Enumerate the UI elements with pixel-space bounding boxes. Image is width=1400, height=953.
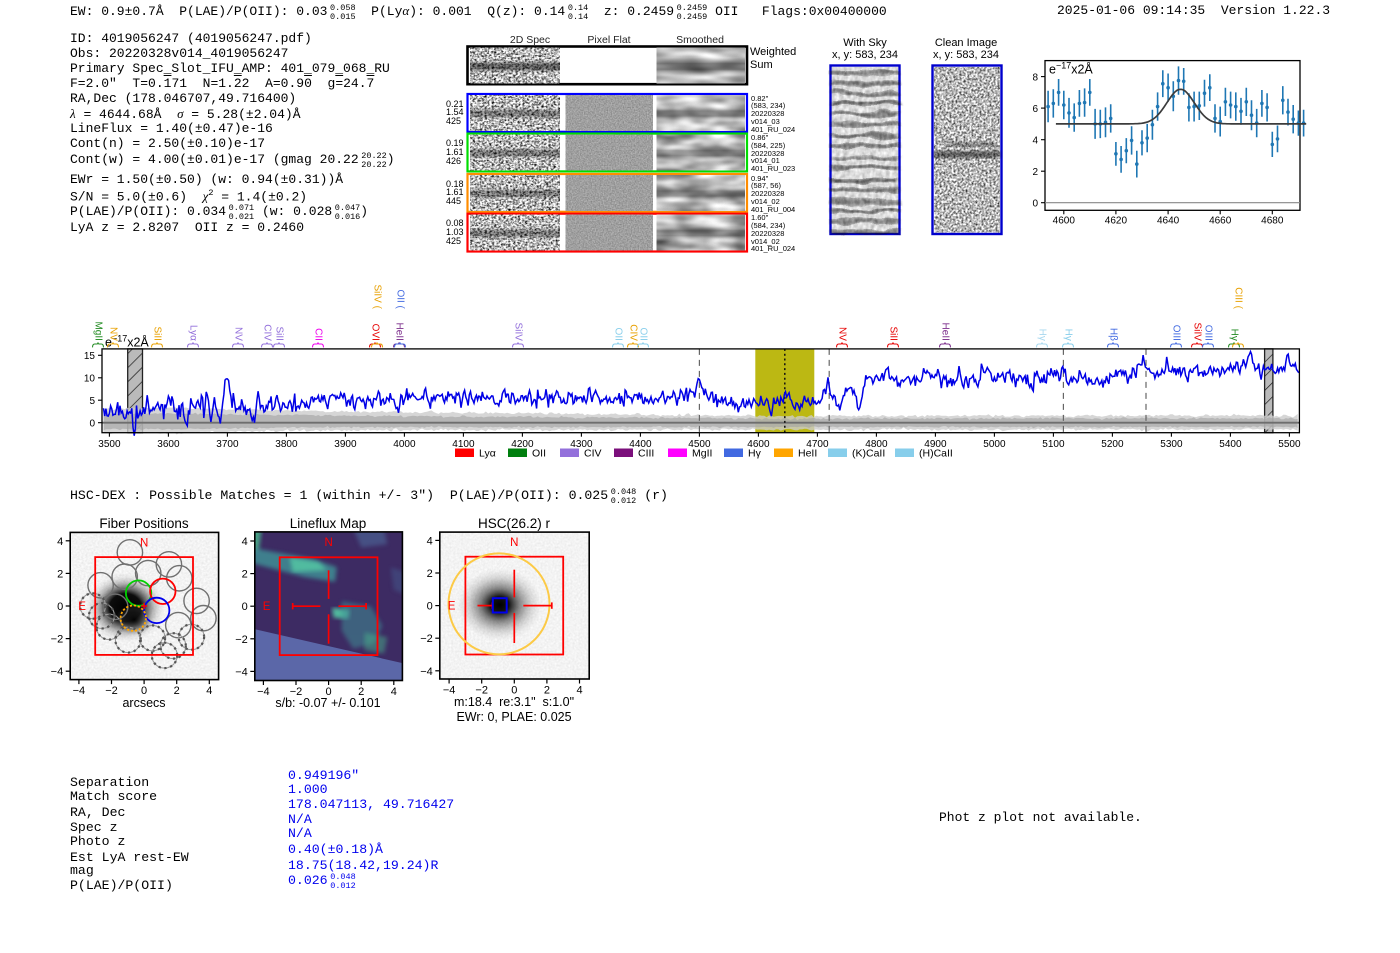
svg-text:−2: −2 <box>105 685 118 697</box>
svg-text:OVI: OVI <box>369 324 380 341</box>
svg-text:OII (: OII ( <box>394 289 405 309</box>
svg-text:Lyα: Lyα <box>187 325 198 341</box>
svg-text:OII: OII <box>637 328 648 341</box>
svg-text:4620: 4620 <box>1105 215 1128 226</box>
svg-text:0: 0 <box>57 601 63 613</box>
svg-text:4600: 4600 <box>1053 215 1076 226</box>
svg-text:E: E <box>448 601 456 613</box>
svg-text:−4: −4 <box>235 666 248 678</box>
svg-text:10: 10 <box>84 374 96 385</box>
svg-text:4: 4 <box>391 686 397 698</box>
svg-text:CIII (: CIII ( <box>1232 287 1243 309</box>
svg-text:SiIV: SiIV <box>1191 323 1202 342</box>
svg-text:SiIV: SiIV <box>512 323 523 342</box>
svg-text:8: 8 <box>1032 72 1038 83</box>
svg-text:e−17x2Å: e−17x2Å <box>1049 61 1093 77</box>
svg-text:CIII: CIII <box>638 448 654 460</box>
svg-text:−4: −4 <box>257 686 270 698</box>
svg-text:5: 5 <box>89 396 95 407</box>
svg-text:4: 4 <box>57 536 63 548</box>
svg-text:4680: 4680 <box>1261 215 1284 226</box>
svg-text:SiII: SiII <box>273 326 284 340</box>
svg-text:OII: OII <box>532 448 546 460</box>
svg-text:N: N <box>140 537 148 549</box>
svg-text:3900: 3900 <box>334 439 357 450</box>
svg-text:N: N <box>324 537 332 549</box>
svg-text:SiII: SiII <box>151 326 162 340</box>
svg-text:Hβ: Hβ <box>1107 328 1118 341</box>
svg-text:4: 4 <box>576 685 582 697</box>
svg-text:NV: NV <box>107 327 118 341</box>
svg-text:CIV: CIV <box>584 448 602 460</box>
svg-text:HeII: HeII <box>393 323 404 341</box>
svg-text:4: 4 <box>206 685 212 697</box>
svg-text:5500: 5500 <box>1278 439 1301 450</box>
svg-text:2: 2 <box>174 685 180 697</box>
svg-text:−2: −2 <box>235 634 248 646</box>
svg-text:OIII: OIII <box>1170 325 1181 341</box>
svg-text:OII: OII <box>612 328 623 341</box>
svg-text:2: 2 <box>57 568 63 580</box>
svg-text:4640: 4640 <box>1157 215 1180 226</box>
svg-text:NV: NV <box>232 327 243 341</box>
svg-text:HeII: HeII <box>939 323 950 341</box>
svg-text:4: 4 <box>427 535 433 547</box>
svg-text:NV: NV <box>836 327 847 341</box>
svg-text:4: 4 <box>242 536 248 548</box>
svg-text:SiII: SiII <box>887 326 898 340</box>
svg-text:CIV: CIV <box>627 324 638 341</box>
svg-text:MgII: MgII <box>92 321 103 340</box>
svg-text:3700: 3700 <box>216 439 239 450</box>
svg-text:3800: 3800 <box>275 439 298 450</box>
svg-text:CIV: CIV <box>261 324 272 341</box>
svg-text:Hγ: Hγ <box>748 448 762 460</box>
svg-text:CII: CII <box>312 328 323 341</box>
svg-text:5200: 5200 <box>1101 439 1124 450</box>
svg-text:5300: 5300 <box>1160 439 1183 450</box>
svg-text:Hγ: Hγ <box>1036 329 1047 341</box>
svg-text:−4: −4 <box>420 666 433 678</box>
svg-text:0: 0 <box>427 601 433 613</box>
svg-text:2: 2 <box>427 568 433 580</box>
svg-text:4000: 4000 <box>393 439 416 450</box>
svg-text:5400: 5400 <box>1219 439 1242 450</box>
svg-text:−2: −2 <box>420 633 433 645</box>
svg-text:−2: −2 <box>51 634 64 646</box>
svg-text:(K)CaII: (K)CaII <box>852 448 885 460</box>
svg-text:−4: −4 <box>73 685 86 697</box>
svg-text:6: 6 <box>1032 104 1038 115</box>
svg-text:2: 2 <box>1032 167 1038 178</box>
svg-text:HeII: HeII <box>798 448 817 460</box>
svg-text:3600: 3600 <box>157 439 180 450</box>
svg-text:(H)CaII: (H)CaII <box>919 448 953 460</box>
svg-text:−4: −4 <box>51 666 64 678</box>
svg-text:0: 0 <box>89 419 95 430</box>
svg-text:OIII: OIII <box>1202 325 1213 341</box>
svg-text:E: E <box>263 601 271 613</box>
svg-text:4: 4 <box>1032 136 1038 147</box>
svg-text:3500: 3500 <box>98 439 121 450</box>
svg-text:5100: 5100 <box>1042 439 1065 450</box>
svg-text:MgII: MgII <box>692 448 712 460</box>
svg-text:15: 15 <box>84 351 96 362</box>
svg-text:2: 2 <box>242 569 248 581</box>
svg-text:0: 0 <box>242 601 248 613</box>
svg-text:0: 0 <box>1032 199 1038 210</box>
svg-text:5000: 5000 <box>983 439 1006 450</box>
svg-text:Hγ: Hγ <box>1228 329 1239 341</box>
svg-text:4660: 4660 <box>1209 215 1232 226</box>
svg-text:E: E <box>78 601 86 613</box>
svg-text:SiIV (: SiIV ( <box>371 284 382 309</box>
svg-text:Lyα: Lyα <box>479 448 496 460</box>
svg-text:Hγ: Hγ <box>1062 329 1073 341</box>
svg-text:N: N <box>510 537 518 549</box>
